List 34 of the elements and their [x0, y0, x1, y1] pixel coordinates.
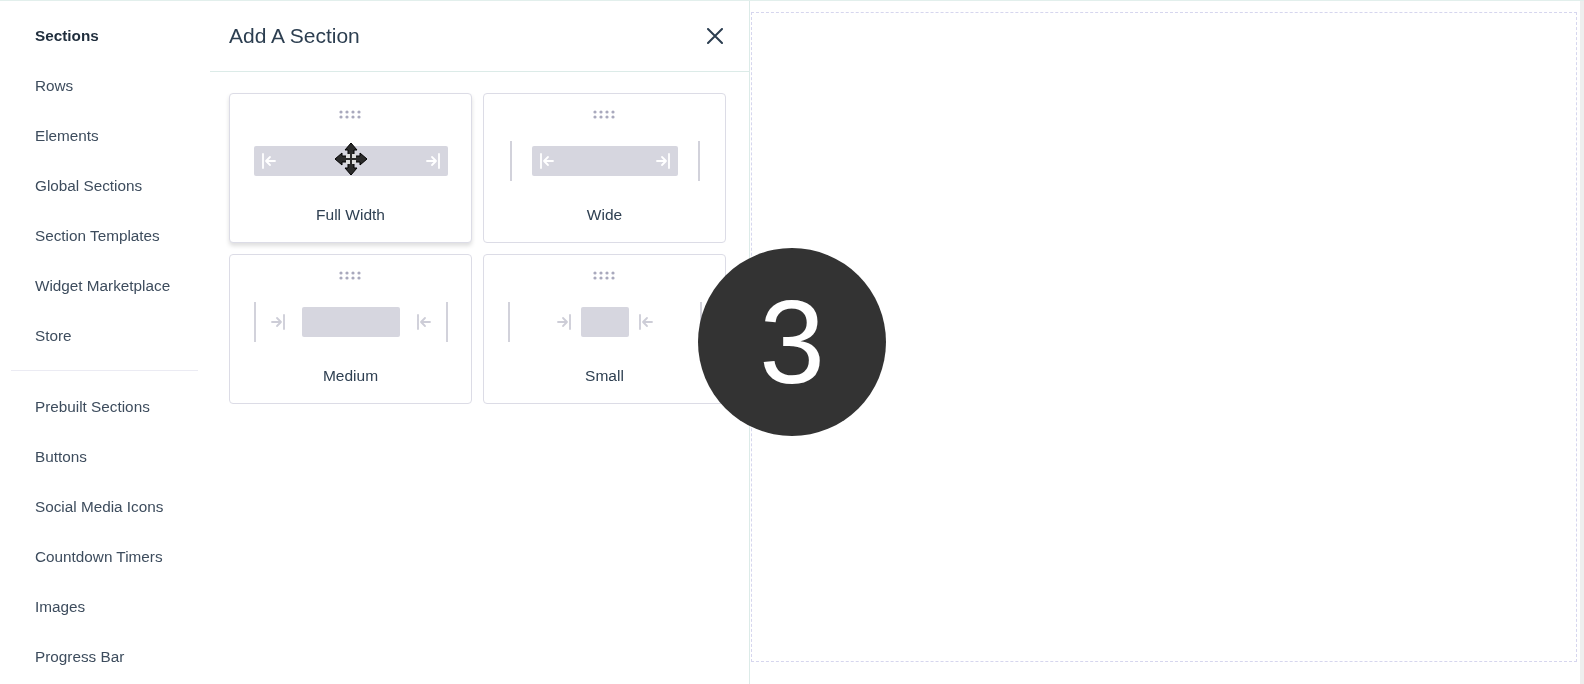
full-width-layout-icon	[253, 146, 448, 176]
sidebar-nav-link[interactable]: Section Templates	[35, 225, 160, 245]
sidebar-nav-link[interactable]: Social Media Icons	[35, 496, 164, 516]
sidebar-nav-link[interactable]: Elements	[35, 125, 99, 145]
sidebar-nav-link[interactable]: Progress Bar	[35, 646, 125, 666]
layout-label: Full Width	[316, 205, 385, 225]
layout-label: Small	[585, 366, 624, 386]
wide-layout-icon	[509, 141, 700, 181]
drag-handle-icon	[338, 110, 363, 119]
step-number-tooltip: 3	[698, 248, 886, 436]
sidebar-nav-link[interactable]: Global Sections	[35, 175, 143, 195]
sidebar-nav-link[interactable]: Store	[35, 325, 72, 345]
drag-handle-icon	[592, 271, 617, 280]
section-layout-card[interactable]: Full Width	[229, 93, 472, 243]
panel-title: Add A Section	[229, 23, 360, 49]
medium-layout-icon	[253, 302, 448, 342]
sidebar-nav-link[interactable]: Widget Marketplace	[35, 275, 171, 295]
section-layout-card[interactable]: Medium	[229, 254, 472, 404]
layout-label: Wide	[586, 205, 623, 225]
move-cursor-icon	[334, 142, 368, 176]
layout-label: Medium	[322, 366, 379, 386]
section-layout-card[interactable]: Small	[483, 254, 726, 404]
sidebar-nav-link[interactable]: Rows	[35, 75, 74, 95]
close-button[interactable]	[707, 28, 723, 44]
close-icon	[707, 28, 723, 44]
sidebar-nav-link[interactable]: Sections	[35, 25, 99, 45]
drag-handle-icon	[592, 110, 617, 119]
sidebar-nav-link[interactable]: Images	[35, 596, 86, 616]
sidebar-nav-link[interactable]: Buttons	[35, 446, 87, 466]
drag-handle-icon	[338, 271, 363, 280]
sidebar-nav-link[interactable]: Countdown Timers	[35, 546, 163, 566]
section-layout-card[interactable]: Wide	[483, 93, 726, 243]
sidebar-nav-link[interactable]: Prebuilt Sections	[35, 396, 150, 416]
small-layout-icon	[507, 302, 702, 342]
